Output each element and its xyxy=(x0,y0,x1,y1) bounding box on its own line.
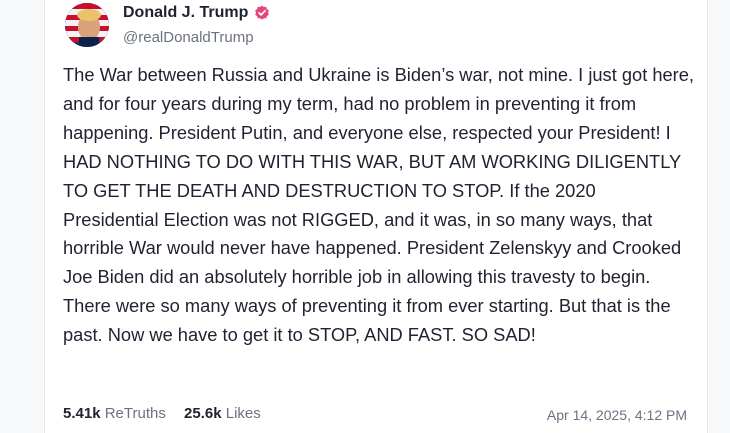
post-timestamp[interactable]: Apr 14, 2025, 4:12 PM xyxy=(547,407,687,423)
retruths-count: 5.41k xyxy=(63,405,101,422)
likes-link[interactable]: 25.6k Likes xyxy=(184,405,261,422)
author-name-row: Donald J. Trump xyxy=(123,4,270,22)
author-handle[interactable]: @realDonaldTrump xyxy=(123,29,254,46)
verified-badge-icon xyxy=(254,5,270,21)
likes-count: 25.6k xyxy=(184,405,222,422)
author-name[interactable]: Donald J. Trump xyxy=(123,4,248,22)
post-stats: 5.41k ReTruths 25.6k Likes xyxy=(63,405,275,422)
likes-label: Likes xyxy=(225,405,261,422)
retruths-label: ReTruths xyxy=(104,405,166,422)
retruths-link[interactable]: 5.41k ReTruths xyxy=(63,405,170,422)
post-body-text: The War between Russia and Ukraine is Bi… xyxy=(63,64,695,346)
post-card: Donald J. Trump @realDonaldTrump The War… xyxy=(44,0,708,433)
avatar[interactable] xyxy=(65,3,109,47)
